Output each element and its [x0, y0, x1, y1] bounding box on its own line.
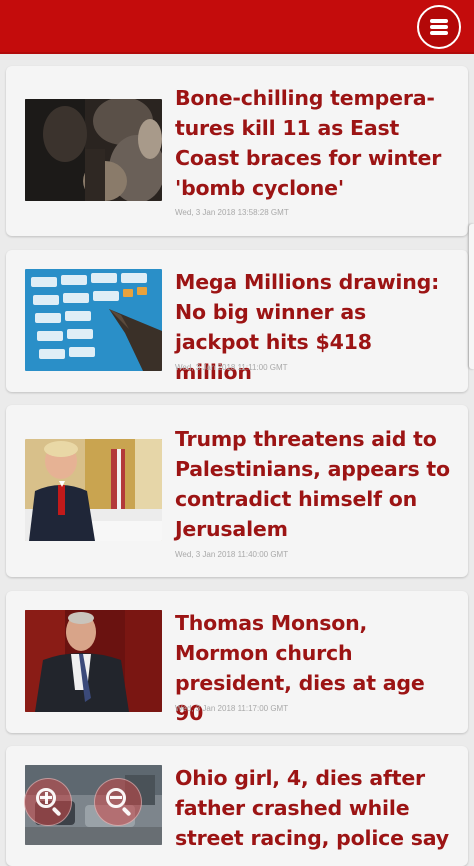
menu-button[interactable]: [417, 5, 461, 49]
scroll-handle[interactable]: [469, 224, 474, 369]
photo-lottery-tickets: [25, 269, 162, 371]
photo-cold-weather-crowd: [25, 99, 162, 201]
photo-thomas-monson: [25, 610, 162, 712]
article-date: Wed, 3 Jan 2018 11:40:00 GMT: [175, 550, 289, 559]
news-card[interactable]: Ohio girl, 4, dies after father crashed …: [6, 746, 468, 866]
article-thumbnail: [25, 99, 162, 201]
photo-trump-desk: [25, 439, 162, 541]
article-thumbnail: [25, 439, 162, 541]
article-date: Wed, 3 Jan 2018 13:58:28 GMT: [175, 208, 289, 217]
article-date: Wed, 3 Jan 2018 11:11:00 GMT: [175, 363, 288, 372]
article-thumbnail: [25, 269, 162, 371]
article-date: Wed, 3 Jan 2018 11:17:00 GMT: [175, 704, 289, 713]
article-title[interactable]: Bone-chilling tempera-tures kill 11 as E…: [175, 83, 455, 203]
news-card[interactable]: Trump threatens aid to Palestinians, app…: [6, 405, 468, 577]
news-card[interactable]: Thomas Monson, Mormon church president, …: [6, 591, 468, 733]
news-list[interactable]: Bone-chilling tempera-tures kill 11 as E…: [0, 54, 474, 866]
zoom-out-button[interactable]: [94, 778, 142, 826]
news-card[interactable]: Bone-chilling tempera-tures kill 11 as E…: [6, 66, 468, 236]
article-thumbnail: [25, 610, 162, 712]
article-title[interactable]: Trump threatens aid to Palestinians, app…: [175, 424, 455, 544]
top-app-bar: [0, 0, 474, 54]
article-title[interactable]: Ohio girl, 4, dies after father crashed …: [175, 763, 455, 853]
news-card[interactable]: Mega Millions drawing: No big winner as …: [6, 250, 468, 392]
zoom-in-button[interactable]: [24, 778, 72, 826]
